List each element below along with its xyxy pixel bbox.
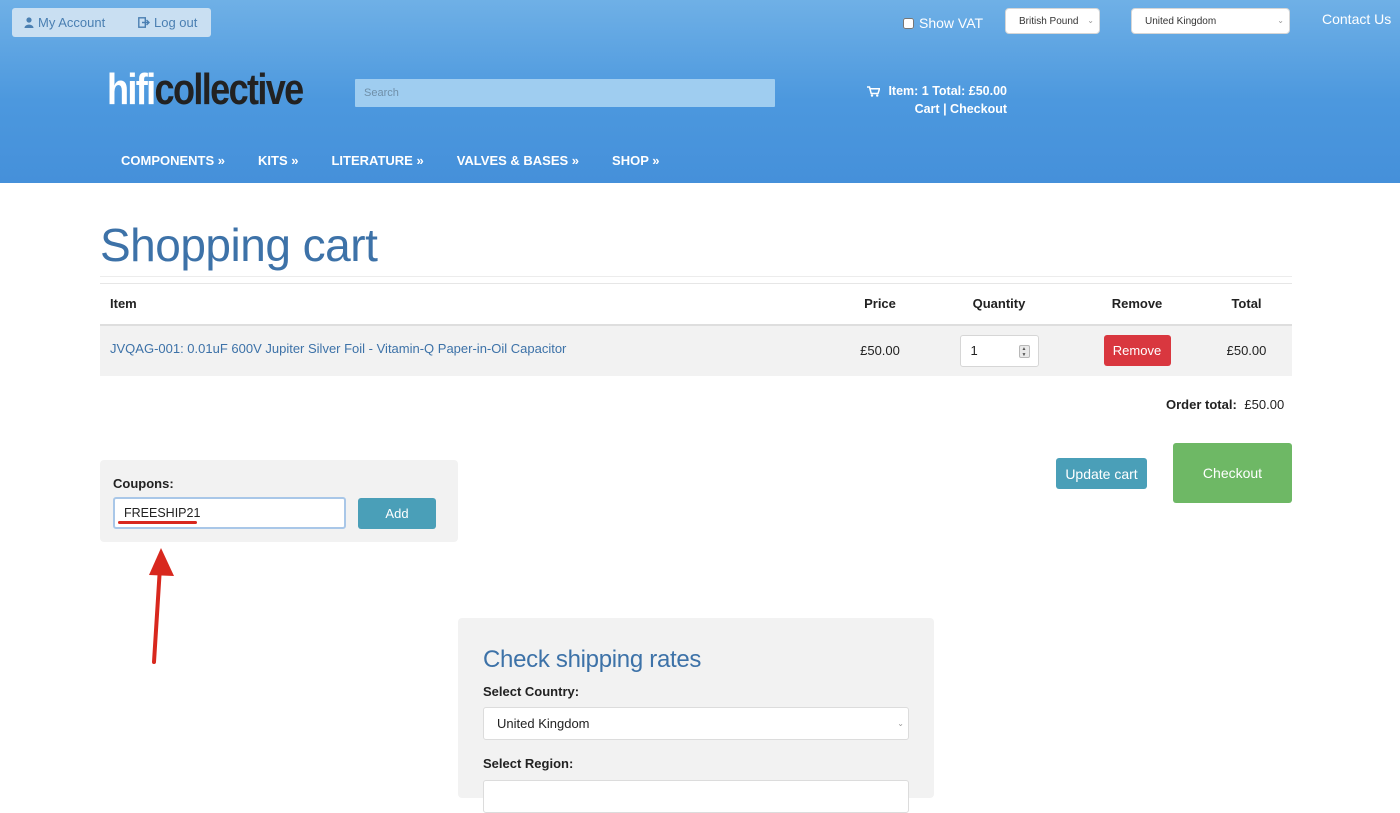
site-header: My Account Log out Show VAT British Poun… xyxy=(0,0,1400,183)
shipping-region-select[interactable] xyxy=(483,780,909,813)
search-input[interactable] xyxy=(355,79,775,107)
checkout-button[interactable]: Checkout xyxy=(1173,443,1292,503)
cart-item-price: £50.00 xyxy=(835,324,925,376)
cart-table-header: Item Price Quantity Remove Total xyxy=(100,283,1292,326)
nav-valves-bases[interactable]: VALVES & BASES » xyxy=(457,153,579,168)
update-cart-button[interactable]: Update cart xyxy=(1056,458,1147,489)
column-header-remove: Remove xyxy=(1073,283,1201,326)
logo-part-hifi: hifi xyxy=(107,65,156,114)
page-title: Shopping cart xyxy=(100,219,378,271)
divider xyxy=(100,276,1292,277)
contact-us-link[interactable]: Contact Us xyxy=(1322,11,1391,27)
nav-components[interactable]: COMPONENTS » xyxy=(121,153,225,168)
site-logo[interactable]: hifi collective xyxy=(107,65,305,114)
currency-select-value: British Pound xyxy=(1019,15,1079,27)
column-header-quantity: Quantity xyxy=(925,283,1073,326)
currency-select[interactable]: British Pound ⌄ xyxy=(1005,8,1100,34)
nav-literature[interactable]: LITERATURE » xyxy=(331,153,423,168)
user-icon xyxy=(24,17,34,28)
order-total-value: £50.00 xyxy=(1244,397,1285,412)
chevron-down-icon: ⌄ xyxy=(897,719,904,728)
shipping-country-select[interactable]: United Kingdom ⌄ xyxy=(483,707,909,740)
column-header-item: Item xyxy=(100,283,835,326)
column-header-price: Price xyxy=(835,283,925,326)
log-out-link[interactable]: Log out xyxy=(138,15,197,30)
shipping-title: Check shipping rates xyxy=(483,646,702,673)
mini-cart: Item: 1 Total: £50.00 Cart | Checkout xyxy=(859,82,1007,118)
main-nav: COMPONENTS » KITS » LITERATURE » VALVES … xyxy=(121,153,692,168)
coupon-label: Coupons: xyxy=(113,476,174,491)
country-select[interactable]: United Kingdom ⌄ xyxy=(1131,8,1290,34)
quantity-stepper[interactable]: 1 ▲ ▼ xyxy=(959,334,1039,367)
column-header-total: Total xyxy=(1201,283,1292,326)
nav-kits[interactable]: KITS » xyxy=(258,153,298,168)
annotation-arrow-icon xyxy=(149,548,174,664)
cart-item-total: £50.00 xyxy=(1201,324,1292,376)
add-coupon-button[interactable]: Add xyxy=(358,498,436,529)
chevron-down-icon: ⌄ xyxy=(1087,16,1094,25)
select-region-label: Select Region: xyxy=(483,756,574,771)
logo-part-collective: collective xyxy=(154,65,305,114)
show-vat-checkbox[interactable] xyxy=(903,17,914,29)
order-total: Order total: £50.00 xyxy=(1166,397,1284,412)
my-account-label: My Account xyxy=(38,15,106,30)
account-bar: My Account Log out xyxy=(12,8,211,37)
annotation-underline xyxy=(118,521,197,524)
logout-icon xyxy=(138,17,150,28)
shipping-country-value: United Kingdom xyxy=(497,716,590,731)
cart-item-link[interactable]: JVQAG-001: 0.01uF 600V Jupiter Silver Fo… xyxy=(110,341,566,356)
show-vat-toggle[interactable]: Show VAT xyxy=(903,15,983,31)
shipping-rates-panel: Check shipping rates Select Country: Uni… xyxy=(458,618,934,813)
table-row: JVQAG-001: 0.01uF 600V Jupiter Silver Fo… xyxy=(100,324,1292,376)
coupon-panel: Coupons: FREESHIP21 Add xyxy=(100,460,458,542)
mini-cart-link[interactable]: Cart xyxy=(915,102,940,116)
mini-cart-summary: Item: 1 Total: £50.00 xyxy=(888,84,1007,98)
stepper-arrows-icon[interactable]: ▲ ▼ xyxy=(1018,344,1030,358)
nav-shop[interactable]: SHOP » xyxy=(612,153,659,168)
cart-table: Item Price Quantity Remove Total JVQAG-0… xyxy=(100,283,1292,376)
quantity-value: 1 xyxy=(970,343,978,358)
order-total-label: Order total: xyxy=(1166,397,1237,412)
country-select-value: United Kingdom xyxy=(1145,15,1217,27)
my-account-link[interactable]: My Account xyxy=(24,15,105,30)
chevron-down-icon: ⌄ xyxy=(1277,16,1284,25)
coupon-input[interactable]: FREESHIP21 xyxy=(113,497,346,529)
log-out-label: Log out xyxy=(154,15,198,30)
show-vat-label: Show VAT xyxy=(919,15,984,31)
select-country-label: Select Country: xyxy=(483,684,580,699)
cart-icon xyxy=(867,85,881,97)
coupon-input-value: FREESHIP21 xyxy=(124,506,201,520)
mini-checkout-link[interactable]: Checkout xyxy=(950,102,1007,116)
remove-button[interactable]: Remove xyxy=(1103,335,1171,366)
mini-cart-separator: | xyxy=(943,102,947,116)
